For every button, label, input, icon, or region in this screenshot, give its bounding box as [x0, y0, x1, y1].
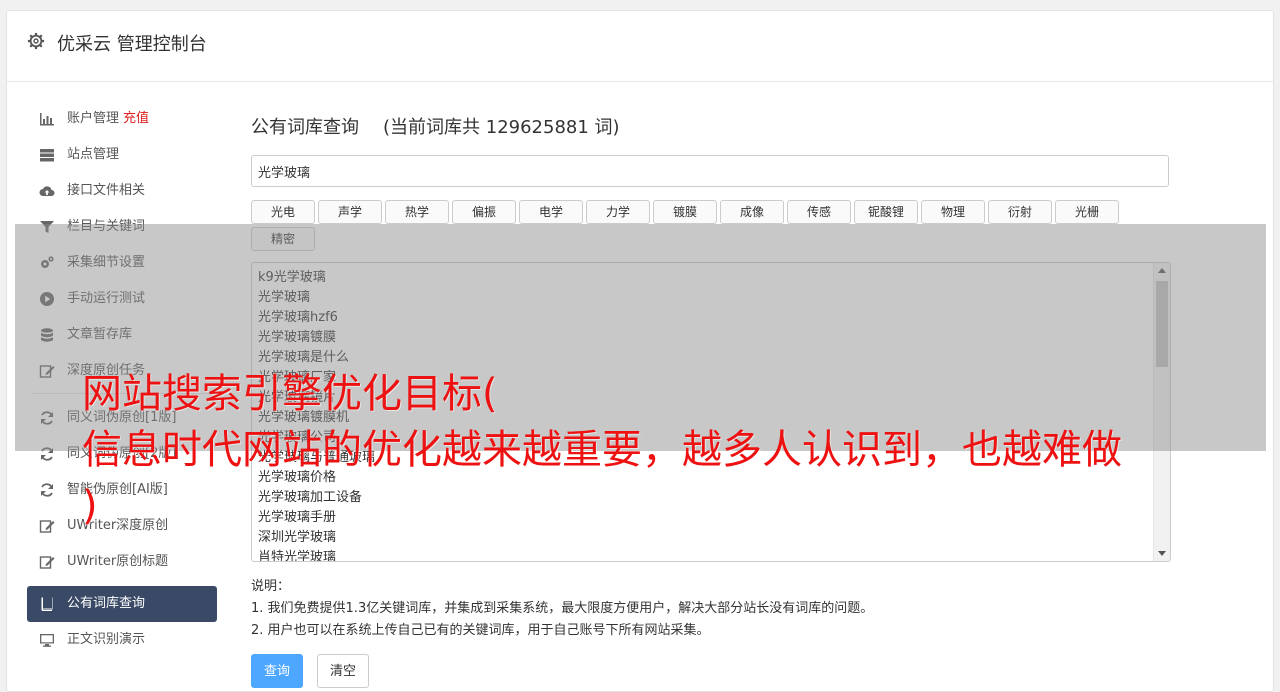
bar-chart-icon	[40, 113, 54, 126]
tag-button[interactable]: 光栅	[1055, 200, 1119, 224]
server-icon	[40, 149, 54, 162]
notes-line: 2. 用户也可以在系统上传自己已有的关键词库，用于自己账号下所有网站采集。	[251, 623, 710, 638]
list-item[interactable]: 肖特光学玻璃	[258, 548, 1170, 561]
query-button[interactable]: 查询	[251, 654, 304, 688]
tag-button[interactable]: 成像	[720, 200, 784, 224]
notes-title: 说明：	[251, 579, 291, 594]
overlay-caption: 网站搜索引擎优化目标( 信息时代网站的优化越来越重要，越多人认识到，也越难做 )	[82, 366, 1262, 534]
sidebar-item-uwriter-title[interactable]: UWriter原创标题	[27, 544, 217, 580]
tag-button[interactable]: 铌酸锂	[854, 200, 918, 224]
sidebar-item-label: 公有词库查询	[67, 596, 146, 611]
tag-button[interactable]: 偏振	[452, 200, 516, 224]
tag-button[interactable]: 力学	[586, 200, 650, 224]
page-title: 公有词库查询 (当前词库共 129625881 词)	[251, 113, 1171, 139]
book-icon	[41, 597, 53, 611]
keyword-search-input[interactable]	[251, 155, 1169, 187]
notes-section: 说明： 1. 我们免费提供1.3亿关键词库，并集成到采集系统，最大限度方便用户，…	[251, 576, 1171, 642]
app-title: 优采云 管理控制台	[57, 34, 207, 55]
tag-button[interactable]: 热学	[385, 200, 449, 224]
clear-button[interactable]: 清空	[317, 654, 370, 688]
lexicon-count: (当前词库共 129625881 词)	[383, 117, 620, 138]
sidebar-item-interface-files[interactable]: 接口文件相关	[27, 173, 217, 209]
tag-button[interactable]: 衍射	[988, 200, 1052, 224]
caption-line: 信息时代网站的优化越来越重要，越多人认识到，也越难做	[82, 427, 1122, 473]
caption-line: )	[82, 483, 98, 529]
tag-button[interactable]: 电学	[519, 200, 583, 224]
sidebar-item-label: 接口文件相关	[67, 183, 146, 198]
recharge-link[interactable]: 充值	[123, 111, 149, 126]
tag-button[interactable]: 声学	[318, 200, 382, 224]
edit-icon	[39, 556, 55, 569]
tag-button[interactable]: 光电	[251, 200, 315, 224]
sidebar-item-sites[interactable]: 站点管理	[27, 137, 217, 173]
page-heading: 公有词库查询	[251, 117, 359, 138]
sidebar-item-label: 正文识别演示	[67, 632, 146, 647]
caption-line: 网站搜索引擎优化目标(	[82, 371, 498, 417]
sidebar-item-public-lexicon[interactable]: 公有词库查询	[27, 586, 217, 622]
refresh-icon	[41, 483, 53, 497]
scroll-down-arrow-icon[interactable]	[1158, 551, 1166, 556]
sidebar-item-label: 站点管理	[67, 147, 120, 162]
notes-line: 1. 我们免费提供1.3亿关键词库，并集成到采集系统，最大限度方便用户，解决大部…	[251, 601, 874, 616]
cloud-upload-icon	[39, 186, 55, 196]
sidebar-item-account[interactable]: 账户管理 充值	[27, 101, 217, 137]
action-bar: 查询 清空	[251, 654, 1171, 688]
sidebar-item-label: UWriter原创标题	[67, 554, 169, 569]
edit-icon	[39, 520, 55, 533]
sidebar-item-text-recognition[interactable]: 正文识别演示	[27, 622, 217, 658]
header-bar: 优采云 管理控制台	[7, 11, 1273, 82]
sidebar-item-label: 账户管理	[67, 111, 120, 126]
tag-button[interactable]: 镀膜	[653, 200, 717, 224]
tag-button[interactable]: 传感	[787, 200, 851, 224]
monitor-icon	[40, 634, 54, 647]
tag-button[interactable]: 物理	[921, 200, 985, 224]
gear-icon	[27, 32, 45, 50]
